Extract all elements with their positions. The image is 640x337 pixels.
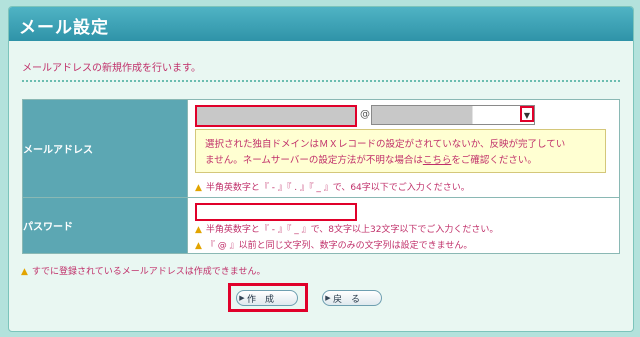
password-input[interactable] <box>195 203 357 221</box>
divider <box>22 80 620 82</box>
warning-icon: ▲ <box>195 183 202 193</box>
mail-form: メールアドレス @ ▼ 選択された独自ドメインはＭＸレコードの設定がされていない… <box>22 99 620 254</box>
arrow-right-icon: ▶ <box>239 294 245 302</box>
create-button[interactable]: ▶ 作 成 <box>236 290 298 306</box>
duplicate-warning: ▲ すでに登録されているメールアドレスは作成できません。 <box>21 264 265 277</box>
mail-user-input[interactable] <box>195 105 357 127</box>
mail-settings-panel: メール設定 メールアドレスの新規作成を行います。 メールアドレス @ ▼ 選択さ… <box>8 6 634 332</box>
notice-line2: ません。ネームサーバーの設定方法が不明な場合はこちらをご確認ください。 <box>205 152 537 166</box>
password-hint-1-text: 半角英数字と『 - 』『 _ 』で、8文字以上32文字以下でご入力ください。 <box>205 225 499 235</box>
notice-line1: 選択された独自ドメインはＭＸレコードの設定がされていないか、反映が完了してい <box>205 139 566 150</box>
back-button[interactable]: ▶ 戻 る <box>322 290 382 306</box>
mail-hint: ▲ 半角英数字と『 - 』『 . 』『 _ 』で、64字以下でご入力ください。 <box>195 180 470 193</box>
mail-address-label: メールアドレス <box>22 99 188 198</box>
arrow-right-icon: ▶ <box>325 294 331 302</box>
warning-icon: ▲ <box>195 225 202 235</box>
page-title: メール設定 <box>19 18 109 38</box>
password-hint-1: ▲ 半角英数字と『 - 』『 _ 』で、8文字以上32文字以下でご入力ください。 <box>195 222 498 235</box>
password-cell: ▲ 半角英数字と『 - 』『 _ 』で、8文字以上32文字以下でご入力ください。 … <box>187 197 620 254</box>
back-button-label: 戻 る <box>333 294 361 305</box>
create-button-label: 作 成 <box>247 294 275 305</box>
warning-icon: ▲ <box>195 241 202 251</box>
password-hint-2-text: 『 @ 』以前と同じ文字列、数字のみの文字列は設定できません。 <box>205 241 473 251</box>
password-hint-2: ▲ 『 @ 』以前と同じ文字列、数字のみの文字列は設定できません。 <box>195 238 472 251</box>
mail-hint-text: 半角英数字と『 - 』『 . 』『 _ 』で、64字以下でご入力ください。 <box>205 183 470 193</box>
help-link[interactable]: こちら <box>423 155 452 166</box>
title-bar: メール設定 <box>9 7 633 41</box>
mx-record-notice: 選択された独自ドメインはＭＸレコードの設定がされていないか、反映が完了してい ま… <box>195 129 606 173</box>
notice-line2-text: ません。ネームサーバーの設定方法が不明な場合は <box>205 155 423 166</box>
warning-icon: ▲ <box>21 267 28 277</box>
password-label: パスワード <box>22 197 188 254</box>
page-description: メールアドレスの新規作成を行います。 <box>22 63 201 74</box>
domain-select[interactable]: ▼ <box>371 105 535 125</box>
chevron-down-icon[interactable]: ▼ <box>520 106 534 122</box>
at-sign: @ <box>360 109 370 120</box>
duplicate-warning-text: すでに登録されているメールアドレスは作成できません。 <box>31 267 266 277</box>
notice-line2-tail: をご確認ください。 <box>451 155 537 166</box>
mail-address-cell: @ ▼ 選択された独自ドメインはＭＸレコードの設定がされていないか、反映が完了し… <box>187 99 620 198</box>
